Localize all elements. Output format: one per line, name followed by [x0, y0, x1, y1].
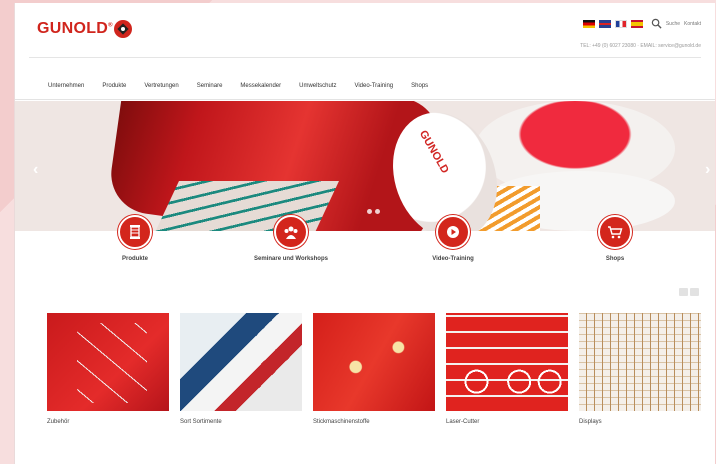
search-link[interactable]: Suche: [666, 21, 680, 27]
nav-item-vertretungen[interactable]: Vertretungen: [144, 83, 178, 89]
product-image[interactable]: [313, 313, 435, 411]
product-tile-displays[interactable]: Displays: [579, 313, 701, 425]
feature-seminare[interactable]: Seminare und Workshops: [231, 215, 351, 262]
product-image[interactable]: [47, 313, 169, 411]
feature-label: Video-Training: [432, 256, 474, 262]
feature-label: Produkte: [121, 256, 148, 262]
search-icon[interactable]: [651, 18, 662, 29]
product-tile-stickmaschinenstoffe[interactable]: Stickmaschinenstoffe: [313, 313, 435, 425]
cart-icon: [598, 215, 632, 249]
nav-item-messekalender[interactable]: Messekalender: [240, 83, 281, 89]
nav-item-unternehmen[interactable]: Unternehmen: [48, 83, 84, 89]
list-view-icon[interactable]: [690, 288, 699, 296]
nav-item-shops[interactable]: Shops: [411, 83, 428, 89]
top-utility-bar: Suche Kontakt: [582, 18, 701, 29]
product-tiles: Zubehör Sort Sortimente Stickmaschinenst…: [47, 313, 701, 425]
brand-name: GUNOLD: [37, 20, 109, 37]
logo-mark-icon: [114, 20, 132, 38]
grid-view-icon[interactable]: [679, 288, 688, 296]
feature-label: Seminare und Workshops: [254, 256, 328, 262]
product-caption[interactable]: Stickmaschinenstoffe: [313, 419, 435, 425]
feature-video-training[interactable]: Video-Training: [393, 215, 513, 262]
product-tile-zubehoer[interactable]: Zubehör: [47, 313, 169, 425]
nav-item-umweltschutz[interactable]: Umweltschutz: [299, 83, 336, 89]
header-divider: [29, 57, 701, 58]
product-caption[interactable]: Laser-Cutter: [446, 419, 568, 425]
slider-dot[interactable]: [367, 209, 372, 214]
website-page: GUNOLD® Suche Kontakt TEL: +49 (0) 6027 …: [14, 3, 715, 464]
slider-next-arrow-icon[interactable]: ›: [705, 161, 710, 179]
nav-divider: [15, 99, 715, 100]
product-image[interactable]: [180, 313, 302, 411]
product-tile-laser-cutter[interactable]: Laser-Cutter: [446, 313, 568, 425]
flag-de-icon[interactable]: [582, 19, 595, 28]
people-icon: [274, 215, 308, 249]
nav-item-produkte[interactable]: Produkte: [102, 83, 126, 89]
play-icon: [436, 215, 470, 249]
product-image[interactable]: [579, 313, 701, 411]
feature-label: Shops: [605, 256, 625, 262]
slider-dots: [367, 209, 380, 214]
brand-logo[interactable]: GUNOLD®: [37, 20, 113, 38]
product-image[interactable]: [446, 313, 568, 411]
contact-line: TEL: +49 (0) 6027 23080 · EMAIL: service…: [580, 43, 701, 49]
feature-produkte[interactable]: Produkte: [75, 215, 195, 262]
product-caption[interactable]: Zubehör: [47, 419, 169, 425]
flag-fr-icon[interactable]: [614, 19, 627, 28]
nav-item-seminare[interactable]: Seminare: [197, 83, 223, 89]
flag-es-icon[interactable]: [630, 19, 643, 28]
spool-icon: [118, 215, 152, 249]
product-tile-sortimente[interactable]: Sort Sortimente: [180, 313, 302, 425]
view-toggle[interactable]: [679, 288, 699, 296]
feature-shops[interactable]: Shops: [555, 215, 675, 262]
hero-slider: GUNOLD ‹ ›: [15, 101, 715, 231]
slider-dot[interactable]: [375, 209, 380, 214]
product-caption[interactable]: Sort Sortimente: [180, 419, 302, 425]
product-caption[interactable]: Displays: [579, 419, 701, 425]
flag-uk-icon[interactable]: [598, 19, 611, 28]
nav-item-video-training[interactable]: Video-Training: [354, 83, 393, 89]
contact-link[interactable]: Kontakt: [684, 21, 701, 27]
slider-prev-arrow-icon[interactable]: ‹: [33, 161, 38, 179]
main-nav: Unternehmen Produkte Vertretungen Semina…: [48, 83, 428, 89]
